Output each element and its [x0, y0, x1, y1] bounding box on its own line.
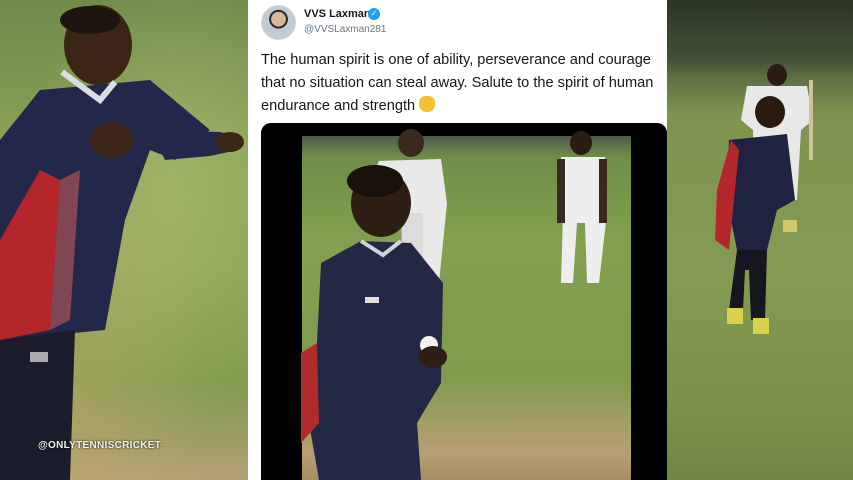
left-photo-panel: @ONLYTENNISCRICKET — [0, 0, 248, 480]
user-handle[interactable]: @VVSLaxman281 — [304, 24, 386, 35]
right-photo-panel — [667, 0, 853, 480]
boy-bowler-left — [0, 5, 244, 480]
tweet-card[interactable]: VVS Laxman ✓ @VVSLaxman281 The human spi… — [248, 0, 667, 480]
folded-hands-icon — [419, 96, 436, 112]
running-boy-right — [715, 64, 813, 334]
tweet-text: The human spirit is one of ability, pers… — [261, 49, 661, 118]
tweet-text-body: The human spirit is one of ability, pers… — [261, 52, 654, 114]
watermark-text: @ONLYTENNISCRICKET — [38, 440, 162, 451]
display-name[interactable]: VVS Laxman — [304, 8, 371, 20]
avatar[interactable] — [261, 5, 296, 40]
video-scene — [301, 129, 607, 480]
tweet-video[interactable] — [261, 123, 667, 480]
verified-badge-icon: ✓ — [368, 8, 380, 20]
